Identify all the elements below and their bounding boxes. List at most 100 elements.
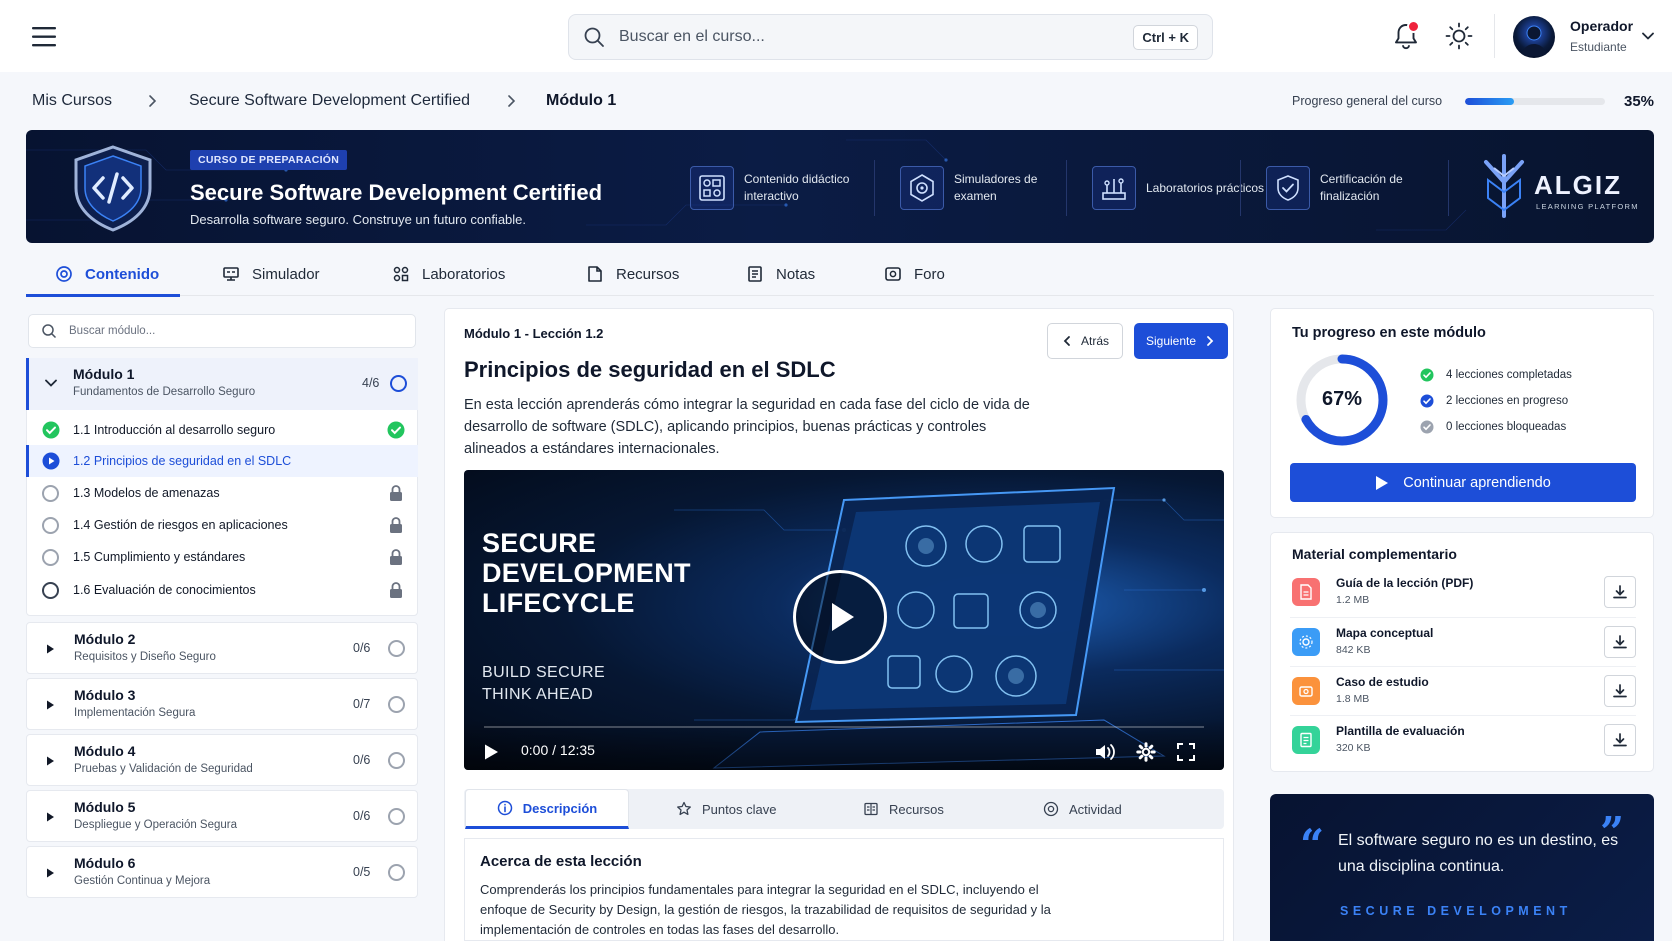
lesson-label: 1.3 Modelos de amenazas xyxy=(73,486,220,500)
tab-label: Simulador xyxy=(252,265,320,283)
lesson-label: 1.4 Gestión de riesgos en aplicaciones xyxy=(73,518,288,532)
download-button[interactable] xyxy=(1604,724,1636,756)
video-play-button[interactable] xyxy=(793,570,887,664)
tab-recursos[interactable]: Recursos xyxy=(586,252,679,296)
course-hero-banner: CURSO DE PREPARACIÓN Secure Software Dev… xyxy=(26,130,1654,243)
tab-actividad[interactable]: Actividad xyxy=(1043,789,1122,829)
material-size: 1.8 MB xyxy=(1336,693,1370,705)
module-1-header[interactable]: Módulo 1 Fundamentos de Desarrollo Segur… xyxy=(26,358,418,410)
lesson-item[interactable]: 1.6 Evaluación de conocimientos xyxy=(26,574,418,606)
material-divider xyxy=(1290,617,1636,618)
certificate-shield-icon xyxy=(1266,166,1310,210)
brand-name: ALGIZ xyxy=(1534,170,1622,200)
download-icon xyxy=(1613,684,1627,698)
tab-notas[interactable]: Notas xyxy=(746,252,815,296)
continue-button-label: Continuar aprendiendo xyxy=(1403,474,1551,491)
check-circle-icon xyxy=(42,421,60,439)
menu-icon[interactable] xyxy=(30,24,60,50)
module-row[interactable]: Módulo 6 Gestión Continua y Mejora 0/5 xyxy=(26,846,418,898)
module-count: 0/6 xyxy=(353,753,371,767)
caret-right-icon xyxy=(47,756,54,766)
fullscreen-icon[interactable] xyxy=(1176,742,1196,762)
course-title: Secure Software Development Certified xyxy=(190,180,603,205)
empty-circle-icon xyxy=(42,484,59,502)
module-search-input[interactable]: Buscar módulo... xyxy=(69,325,155,337)
exam-simulator-icon xyxy=(900,166,944,210)
module-count: 0/6 xyxy=(353,809,371,823)
material-size: 320 KB xyxy=(1336,742,1371,754)
active-tab-indicator xyxy=(26,294,180,297)
download-button[interactable] xyxy=(1604,626,1636,658)
download-icon xyxy=(1613,733,1627,747)
caret-right-icon xyxy=(47,644,54,654)
about-lesson-text: Comprenderás los principios fundamentale… xyxy=(480,882,1051,937)
video-subtitle-line: THINK AHEAD xyxy=(482,686,594,703)
lesson-item[interactable]: 1.3 Modelos de amenazas xyxy=(26,477,418,509)
lesson-item[interactable]: 1.1 Introducción al desarrollo seguro xyxy=(26,414,418,446)
tab-descripcion[interactable]: Descripción xyxy=(465,789,629,829)
back-button[interactable]: Atrás xyxy=(1047,323,1123,359)
forum-icon xyxy=(885,267,901,281)
next-button[interactable]: Siguiente xyxy=(1134,323,1228,359)
download-button[interactable] xyxy=(1604,576,1636,608)
tab-laboratorios[interactable]: Laboratorios xyxy=(392,252,505,296)
video-player[interactable]: SECURE DEVELOPMENT LIFECYCLE BUILD SECUR… xyxy=(464,470,1224,770)
module-subtitle: Gestión Continua y Mejora xyxy=(74,875,211,887)
material-item: Plantilla de evaluación 320 KB xyxy=(1290,720,1636,768)
user-name[interactable]: Operador xyxy=(1570,18,1633,34)
gear-icon[interactable] xyxy=(1136,742,1156,762)
module-row[interactable]: Módulo 2 Requisitos y Diseño Seguro 0/6 xyxy=(26,622,418,674)
lock-icon xyxy=(390,549,402,565)
module-row[interactable]: Módulo 4 Pruebas y Validación de Segurid… xyxy=(26,734,418,786)
course-subtitle: Desarrolla software seguro. Construye un… xyxy=(190,212,527,227)
legend-label: 2 lecciones en progreso xyxy=(1446,395,1569,407)
volume-icon[interactable] xyxy=(1094,742,1116,762)
lesson-label: 1.1 Introducción al desarrollo seguro xyxy=(73,423,276,437)
user-avatar[interactable] xyxy=(1513,16,1555,58)
module-row[interactable]: Módulo 3 Implementación Segura 0/7 xyxy=(26,678,418,730)
module-search[interactable]: Buscar módulo... xyxy=(28,314,416,348)
tab-simulador[interactable]: Simulador xyxy=(222,252,320,296)
module-subtitle: Pruebas y Validación de Seguridad xyxy=(74,763,253,775)
caret-right-icon xyxy=(47,868,54,878)
empty-circle-icon xyxy=(42,516,59,534)
breadcrumb-my-courses[interactable]: Mis Cursos xyxy=(32,92,112,110)
module-status-ring xyxy=(388,640,405,657)
module-status-ring xyxy=(388,752,405,769)
chevron-down-icon[interactable] xyxy=(1640,28,1656,44)
tab-recursos-detail[interactable]: Recursos xyxy=(863,789,944,829)
tab-foro[interactable]: Foro xyxy=(884,252,945,296)
tab-puntos-clave[interactable]: Puntos clave xyxy=(676,789,776,829)
tab-label: Contenido xyxy=(85,265,160,283)
theme-toggle-sun-icon[interactable] xyxy=(1444,21,1474,51)
legend-locked: 0 lecciones bloqueadas xyxy=(1420,420,1566,434)
video-seek-bar[interactable] xyxy=(484,726,1204,728)
material-size: 842 KB xyxy=(1336,644,1371,656)
simulator-icon xyxy=(223,267,239,281)
module-count: 0/7 xyxy=(353,697,371,711)
video-subtitle: BUILD SECURE THINK AHEAD xyxy=(482,662,605,706)
play-icon xyxy=(832,603,854,631)
module-count: 0/6 xyxy=(353,641,371,655)
module-count: 4/6 xyxy=(362,376,380,390)
course-search[interactable]: Buscar en el curso... Ctrl + K xyxy=(568,14,1213,60)
breadcrumb-course[interactable]: Secure Software Development Certified xyxy=(189,92,470,110)
resources-icon xyxy=(588,266,602,282)
target-icon xyxy=(56,266,72,282)
chevron-down-icon xyxy=(45,379,57,387)
lesson-item-current[interactable]: 1.2 Principios de seguridad en el SDLC xyxy=(26,445,418,477)
video-subtitle-line: BUILD SECURE xyxy=(482,664,606,681)
lesson-item[interactable]: 1.4 Gestión de riesgos en aplicaciones xyxy=(26,509,418,541)
download-button[interactable] xyxy=(1604,675,1636,707)
module-row[interactable]: Módulo 5 Despliegue y Operación Segura 0… xyxy=(26,790,418,842)
tab-contenido[interactable]: Contenido xyxy=(55,252,159,296)
continue-learning-button[interactable]: Continuar aprendiendo xyxy=(1290,463,1636,502)
search-input[interactable]: Buscar en el curso... xyxy=(619,28,1133,46)
video-title: SECURE DEVELOPMENT LIFECYCLE xyxy=(482,528,691,618)
course-progress-label: Progreso general del curso xyxy=(1292,94,1443,108)
play-icon[interactable] xyxy=(482,743,500,761)
algiz-brand-logo: ALGIZ LEARNING PLATFORM xyxy=(1474,152,1644,222)
material-item: Mapa conceptual 842 KB xyxy=(1290,622,1636,670)
lesson-item[interactable]: 1.5 Cumplimiento y estándares xyxy=(26,541,418,573)
pdf-icon xyxy=(1292,578,1320,606)
